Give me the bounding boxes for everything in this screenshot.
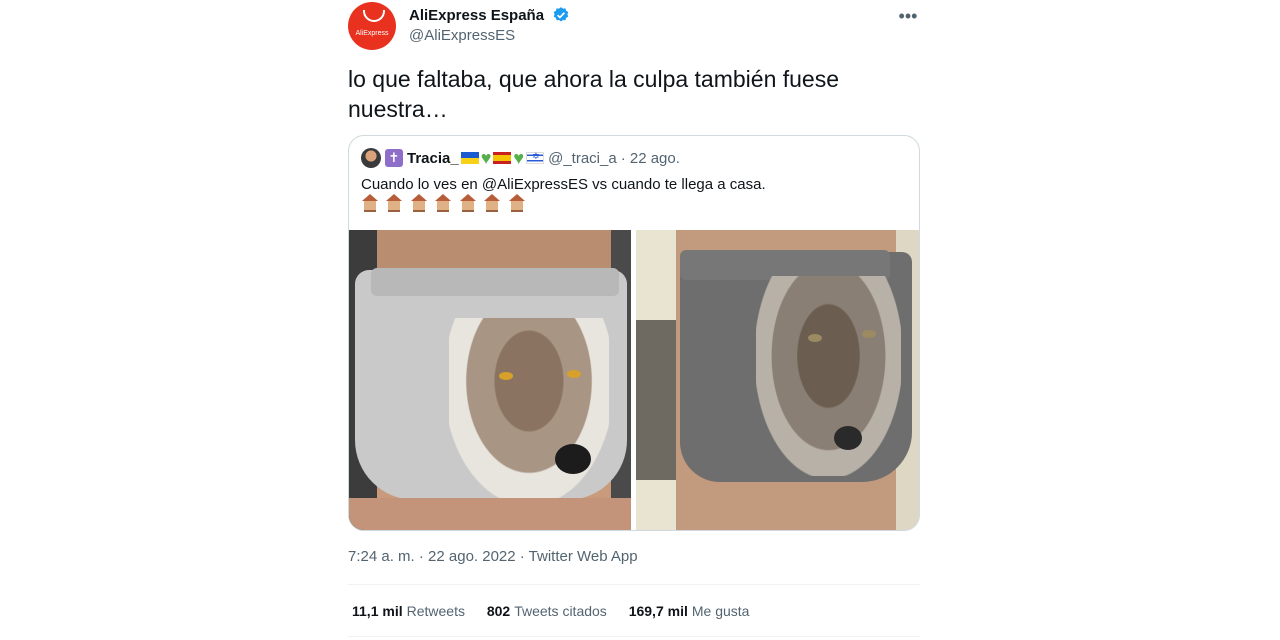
emoji-row bbox=[361, 194, 528, 214]
quotes-stat[interactable]: 802 Tweets citados bbox=[487, 603, 607, 619]
more-horizontal-icon[interactable]: ••• bbox=[896, 7, 920, 32]
aliexpress-logo-icon bbox=[363, 10, 385, 22]
quotes-count: 802 bbox=[486, 603, 511, 619]
retweets-label: Retweets bbox=[406, 603, 465, 619]
retweets-count: 11,1 mil bbox=[352, 603, 403, 619]
quoted-handle[interactable]: @_traci_a bbox=[548, 150, 617, 167]
tweet-header: AliExpress AliExpress España @AliExpress… bbox=[348, 2, 920, 50]
house-icon bbox=[434, 194, 452, 212]
house-icon bbox=[508, 194, 526, 212]
verified-badge-icon bbox=[553, 7, 568, 22]
house-icon bbox=[483, 194, 501, 212]
retweets-stat[interactable]: 11,1 mil Retweets bbox=[352, 603, 465, 619]
avatar-logo-text: AliExpress bbox=[355, 30, 389, 37]
cross-icon: ✝ bbox=[385, 149, 403, 167]
green-heart-icon: ♥ bbox=[513, 148, 525, 168]
tweet-text: lo que faltaba, que ahora la culpa tambi… bbox=[348, 66, 840, 122]
green-heart-icon: ♥ bbox=[480, 148, 492, 168]
author-handle[interactable]: @AliExpressES bbox=[409, 27, 570, 44]
quoted-date[interactable]: · 22 ago. bbox=[621, 150, 680, 167]
quotes-label: Tweets citados bbox=[514, 603, 607, 619]
spain-flag-icon bbox=[493, 152, 512, 164]
author-display-name[interactable]: AliExpress España bbox=[409, 7, 544, 24]
ukraine-flag-icon bbox=[460, 152, 479, 164]
quoted-tweet-header: ✝Tracia_ ♥ ♥ @_traci_a· 22 ago. bbox=[361, 148, 680, 168]
quoted-media bbox=[349, 230, 919, 530]
tweet-detail: AliExpress AliExpress España @AliExpress… bbox=[348, 0, 920, 640]
likes-stat[interactable]: 169,7 mil Me gusta bbox=[629, 603, 750, 619]
house-icon bbox=[410, 194, 428, 212]
quoted-display-name[interactable]: Tracia_ bbox=[407, 150, 459, 167]
likes-count: 169,7 mil bbox=[628, 603, 688, 619]
likes-label: Me gusta bbox=[691, 603, 750, 619]
tweet-timestamp[interactable]: 7:24 a. m. · 22 ago. 2022 · Twitter Web … bbox=[348, 548, 638, 565]
house-icon bbox=[459, 194, 477, 212]
divider bbox=[348, 636, 920, 637]
avatar[interactable]: AliExpress bbox=[348, 2, 396, 50]
house-icon bbox=[361, 194, 379, 212]
house-icon bbox=[385, 194, 403, 212]
quoted-avatar[interactable] bbox=[361, 148, 381, 168]
author-names: AliExpress España @AliExpressES bbox=[409, 6, 570, 44]
wolf-boxers-received-photo[interactable] bbox=[636, 230, 919, 530]
quoted-tweet-text: Cuando lo ves en @AliExpressES vs cuando… bbox=[361, 176, 766, 193]
divider bbox=[348, 584, 920, 585]
wolf-boxers-product-photo[interactable] bbox=[349, 230, 631, 530]
quoted-tweet[interactable]: ✝Tracia_ ♥ ♥ @_traci_a· 22 ago. Cuando lo v… bbox=[348, 135, 920, 531]
tweet-stats: 11,1 mil Retweets 802 Tweets citados 169,7… bbox=[352, 603, 767, 619]
israel-flag-icon bbox=[526, 151, 545, 164]
